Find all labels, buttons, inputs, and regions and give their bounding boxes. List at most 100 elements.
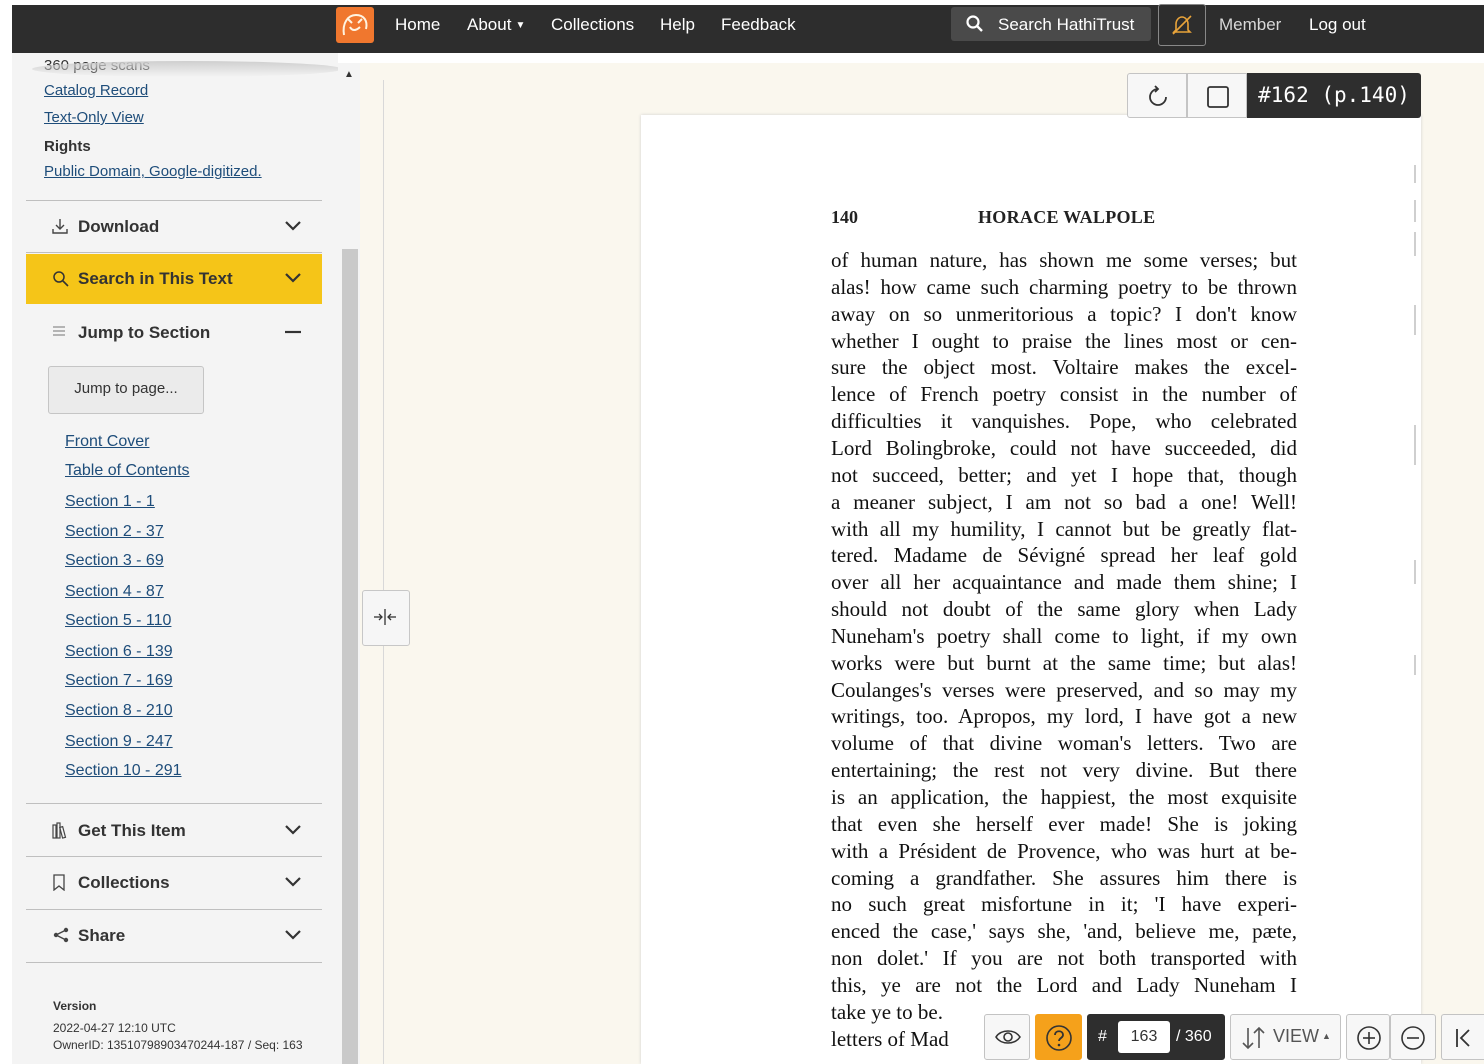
collections-label: Collections xyxy=(78,873,170,892)
question-circle-icon xyxy=(1046,1025,1072,1051)
chevron-down-icon xyxy=(285,273,301,283)
section-link[interactable]: Section 1 - 1 xyxy=(65,493,155,511)
search-hathitrust-label: Search HathiTrust xyxy=(998,15,1135,34)
hash-symbol: # xyxy=(1098,1028,1107,1045)
nav-feedback[interactable]: Feedback xyxy=(721,15,796,35)
list-icon xyxy=(53,326,65,336)
hathitrust-logo-icon[interactable] xyxy=(336,7,374,43)
version-owner-id: OwnerID: 13510798903470244-187 / Seq: 16… xyxy=(53,1038,303,1052)
nav-collections[interactable]: Collections xyxy=(551,15,634,35)
section-link[interactable]: Section 2 - 37 xyxy=(65,523,164,541)
sidebar-scrollbar[interactable]: ▲ xyxy=(338,63,360,1064)
section-link[interactable]: Section 4 - 87 xyxy=(65,583,164,601)
section-link[interactable]: Section 3 - 69 xyxy=(65,552,164,570)
search-icon xyxy=(53,271,69,287)
pane-divider xyxy=(383,80,384,1064)
nav-about-label: About xyxy=(467,15,512,34)
text-line: sure the object most. Voltaire makes the… xyxy=(831,355,1297,380)
text-line: tered. Madame de Sévigné spread her leaf… xyxy=(831,543,1297,568)
text-line: is an application, the happiest, the mos… xyxy=(831,785,1297,809)
text-line: should not doubt of the same glory when … xyxy=(831,597,1297,622)
jump-to-section-accordion[interactable]: Jump to Section xyxy=(26,308,322,358)
view-label-text: VIEW xyxy=(1273,1026,1320,1046)
jump-to-page-button[interactable]: Jump to page... xyxy=(48,366,204,414)
get-this-item-accordion[interactable]: Get This Item xyxy=(26,806,322,856)
divider xyxy=(26,200,322,201)
divider xyxy=(26,856,322,857)
page-toolbar: #162 (p.140) xyxy=(1127,73,1421,118)
text-line: a meaner subject, I am not so bad a one!… xyxy=(831,489,1297,514)
total-pages: / 360 xyxy=(1176,1028,1212,1045)
download-accordion[interactable]: Download xyxy=(26,202,322,252)
zoom-out-button[interactable] xyxy=(1390,1014,1436,1060)
text-line: not succeed, better; and yet I hope that… xyxy=(831,462,1297,487)
scroll-fade xyxy=(32,61,338,77)
scroll-up-arrow-icon[interactable]: ▲ xyxy=(344,69,354,80)
logout-link[interactable]: Log out xyxy=(1309,15,1366,35)
view-label: VIEW ▲ xyxy=(1273,1026,1331,1047)
text-only-view-link[interactable]: Text-Only View xyxy=(44,109,144,126)
collapse-sidebar-button[interactable] xyxy=(362,590,410,646)
text-line: Coulanges's verses were preserved, and s… xyxy=(831,677,1297,702)
search-in-text-label: Search in This Text xyxy=(78,269,233,288)
section-link[interactable]: Front Cover xyxy=(65,433,149,451)
rotate-button[interactable] xyxy=(1127,73,1187,118)
section-link[interactable]: Section 5 - 110 xyxy=(65,612,171,630)
text-line: over all her acquaintance and made them … xyxy=(831,570,1297,595)
search-in-text-accordion[interactable]: Search in This Text xyxy=(26,254,322,304)
text-line: entertaining; the rest not very divine. … xyxy=(831,758,1297,783)
text-line: lence of French poetry consist in the nu… xyxy=(831,382,1297,407)
version-date: 2022-04-27 12:10 UTC xyxy=(53,1021,176,1035)
download-label: Download xyxy=(78,217,160,236)
text-line: volume of that divine woman's letters. T… xyxy=(831,731,1297,756)
minus-icon xyxy=(285,330,301,334)
text-line: of human nature, has shown me some verse… xyxy=(831,248,1297,272)
view-mode-button[interactable]: VIEW ▲ xyxy=(1230,1014,1341,1060)
eye-icon xyxy=(995,1030,1021,1044)
section-link[interactable]: Section 8 - 210 xyxy=(65,702,173,720)
section-link[interactable]: Section 6 - 139 xyxy=(65,643,173,661)
section-link[interactable]: Section 9 - 247 xyxy=(65,733,173,751)
section-link[interactable]: Section 7 - 169 xyxy=(65,672,173,690)
chevron-down-icon xyxy=(285,825,301,835)
nav-home[interactable]: Home xyxy=(395,15,440,35)
collapse-arrows-icon xyxy=(374,609,396,625)
select-page-button[interactable] xyxy=(1187,73,1247,118)
bell-slash-icon xyxy=(1172,15,1192,35)
zoom-in-icon xyxy=(1357,1026,1381,1050)
section-link[interactable]: Section 10 - 291 xyxy=(65,762,182,780)
help-button[interactable] xyxy=(1035,1014,1082,1060)
checkbox-icon xyxy=(1207,86,1229,108)
notifications-toggle-button[interactable] xyxy=(1158,4,1206,46)
get-this-item-label: Get This Item xyxy=(78,821,186,840)
share-accordion[interactable]: Share xyxy=(26,911,322,961)
collections-accordion[interactable]: Collections xyxy=(26,858,322,908)
search-hathitrust-button[interactable]: Search HathiTrust xyxy=(951,7,1151,41)
text-line: with a Président de Provence, who was hu… xyxy=(831,838,1297,863)
scrollbar-thumb[interactable] xyxy=(342,249,358,1064)
printed-page-number: 140 xyxy=(831,207,858,227)
share-icon xyxy=(53,927,69,943)
divider xyxy=(26,909,322,910)
rights-heading: Rights xyxy=(44,138,91,155)
text-line: coming a grandfather. She assures him th… xyxy=(831,865,1297,890)
section-link[interactable]: Table of Contents xyxy=(65,462,190,480)
page-number-input[interactable]: 163 xyxy=(1118,1021,1170,1053)
chevron-down-icon xyxy=(285,930,301,940)
text-line: difficulties it vanquishes. Pope, who ce… xyxy=(831,409,1297,434)
page-navigator: # 163 / 360 xyxy=(1087,1014,1225,1060)
nav-about[interactable]: About ▼ xyxy=(467,15,525,36)
zoom-out-icon xyxy=(1401,1026,1425,1050)
text-line: writings, too. Apropos, my lord, I have … xyxy=(831,704,1297,729)
rights-link[interactable]: Public Domain, Google-digitized. xyxy=(44,163,262,180)
bookmark-icon xyxy=(53,874,65,891)
sort-arrows-icon xyxy=(1242,1026,1265,1050)
zoom-in-button[interactable] xyxy=(1346,1014,1390,1060)
text-line: non dolet.' If you are not both transpor… xyxy=(831,946,1297,971)
toggle-highlights-button[interactable] xyxy=(984,1014,1030,1060)
first-page-button[interactable] xyxy=(1441,1014,1484,1060)
share-label: Share xyxy=(78,926,126,945)
nav-help[interactable]: Help xyxy=(660,15,695,35)
library-icon xyxy=(52,822,67,839)
catalog-record-link[interactable]: Catalog Record xyxy=(44,82,148,99)
